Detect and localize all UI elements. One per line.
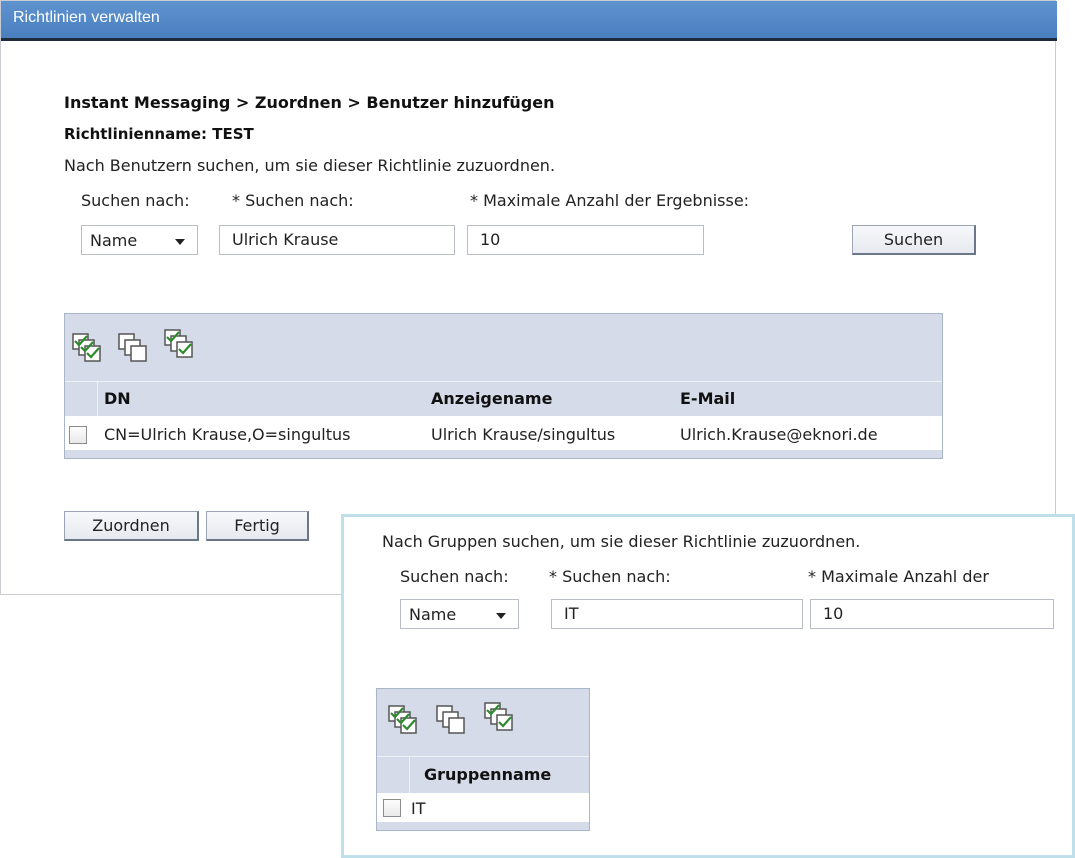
group-table-header: Gruppenname — [377, 756, 589, 793]
window-title: Richtlinien verwalten — [13, 9, 160, 26]
row-checkbox[interactable] — [69, 426, 87, 444]
deselect-all-icon[interactable] — [435, 704, 467, 736]
deselect-all-icon[interactable] — [117, 332, 149, 364]
column-header-display-name: Anzeigename — [431, 389, 553, 408]
group-search-by-value: Name — [409, 604, 457, 624]
user-search-instruction: Nach Benutzern suchen, um sie dieser Ric… — [64, 156, 556, 175]
search-term-label: * Suchen nach: — [232, 191, 354, 210]
group-max-results-input[interactable]: 10 — [810, 599, 1054, 629]
search-by-value: Name — [90, 230, 138, 250]
assign-button[interactable]: Zuordnen — [64, 511, 199, 541]
invert-selection-icon[interactable] — [163, 328, 195, 360]
window-titlebar: Richtlinien verwalten — [1, 1, 1057, 41]
search-button[interactable]: Suchen — [852, 225, 976, 255]
row-dn: CN=Ulrich Krause,O=singultus — [104, 425, 351, 444]
column-header-group-name: Gruppenname — [424, 765, 552, 784]
policy-name: Richtlinienname: TEST — [64, 125, 254, 143]
select-all-icon[interactable] — [387, 704, 419, 736]
group-max-results-label: * Maximale Anzahl der — [808, 567, 989, 586]
select-all-icon[interactable] — [71, 332, 103, 364]
column-header-dn: DN — [104, 389, 131, 408]
manage-policies-panel: Richtlinien verwalten Instant Messaging … — [0, 0, 1057, 595]
max-results-input[interactable]: 10 — [467, 225, 704, 255]
group-search-term-input[interactable]: IT — [551, 599, 803, 629]
group-row-checkbox[interactable] — [383, 799, 401, 817]
done-button[interactable]: Fertig — [206, 511, 309, 541]
group-search-by-select[interactable]: Name — [400, 599, 519, 629]
search-by-label: Suchen nach: — [81, 191, 190, 210]
user-results-table: DN Anzeigename E-Mail CN=Ulrich Krause,O… — [64, 313, 943, 459]
max-results-label: * Maximale Anzahl der Ergebnisse: — [470, 191, 750, 210]
table-toolbar — [65, 314, 942, 381]
chevron-down-icon — [496, 613, 506, 619]
invert-selection-icon[interactable] — [483, 701, 515, 733]
row-display-name: Ulrich Krause/singultus — [431, 425, 616, 444]
group-search-overlay: Nach Gruppen suchen, um sie dieser Richt… — [341, 514, 1075, 858]
group-search-by-label: Suchen nach: — [400, 567, 509, 586]
search-by-select[interactable]: Name — [81, 225, 198, 255]
group-table-toolbar — [377, 689, 589, 756]
group-search-term-label: * Suchen nach: — [549, 567, 671, 586]
chevron-down-icon — [175, 239, 185, 245]
column-header-email: E-Mail — [680, 389, 736, 408]
row-email: Ulrich.Krause@eknori.de — [680, 425, 878, 444]
breadcrumb: Instant Messaging > Zuordnen > Benutzer … — [64, 93, 555, 112]
group-results-table: Gruppenname IT — [376, 688, 590, 831]
search-term-input[interactable]: Ulrich Krause — [219, 225, 455, 255]
group-search-instruction: Nach Gruppen suchen, um sie dieser Richt… — [382, 532, 861, 551]
row-group-name: IT — [411, 799, 426, 818]
table-header: DN Anzeigename E-Mail — [65, 381, 942, 416]
